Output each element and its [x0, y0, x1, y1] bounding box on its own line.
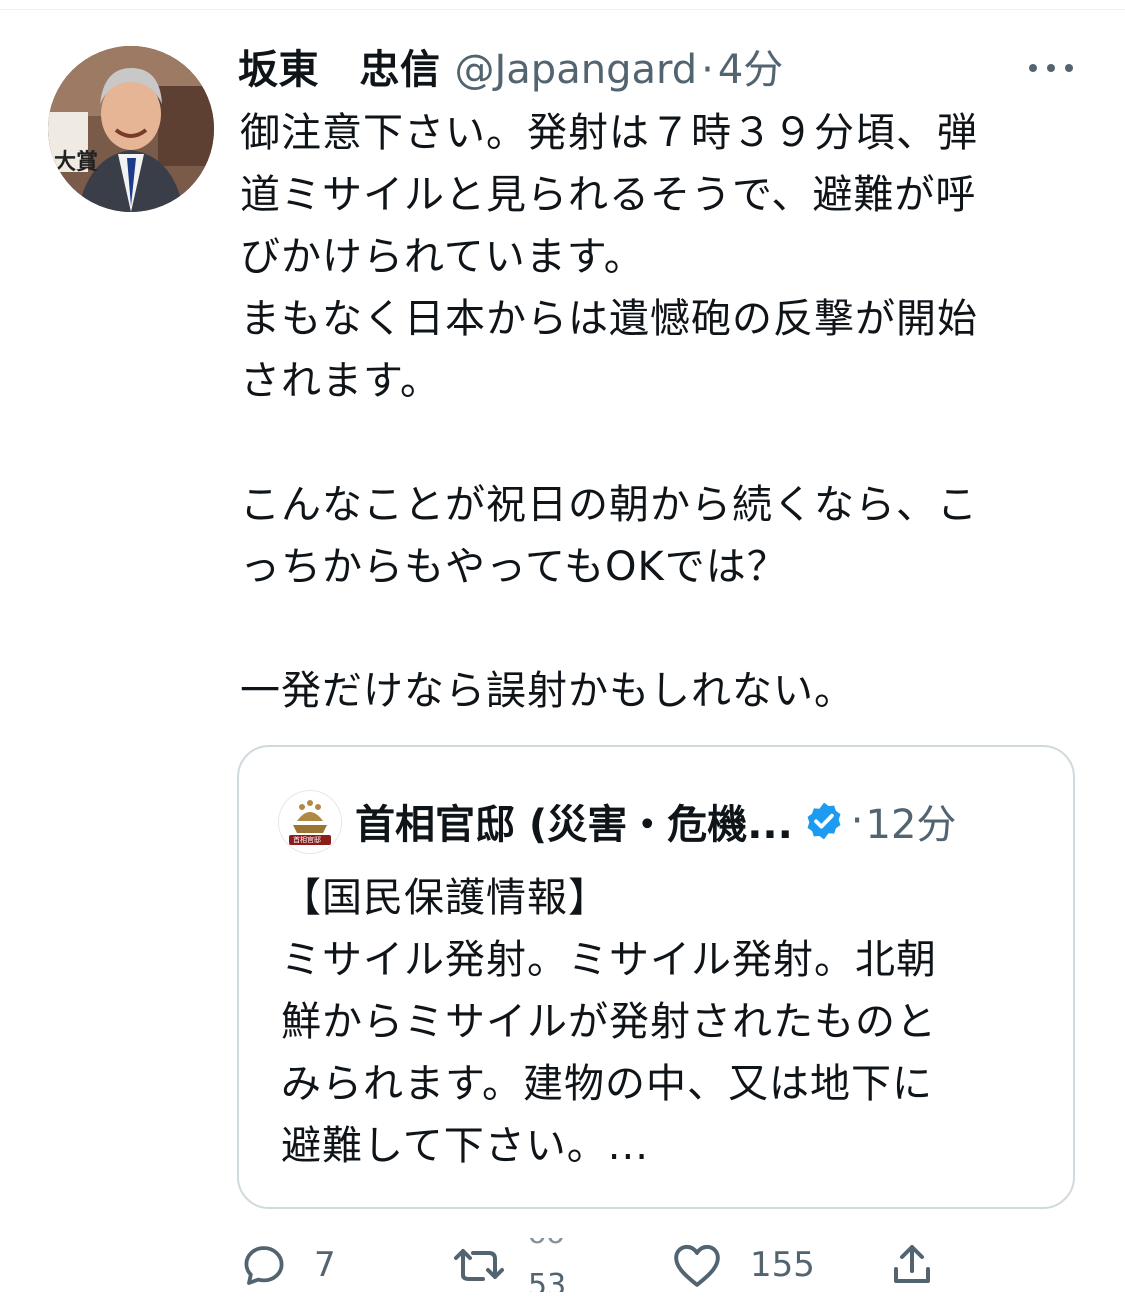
more-dot [1047, 64, 1055, 72]
quote-line: みられます。建物の中、又は地下に [281, 1061, 933, 1107]
action-bar: 7 ᴗᴗ 53 155 [240, 1238, 960, 1292]
tweet-line: こんなことが祝日の朝から続くなら、こ [240, 482, 978, 528]
tweet-line: されます。 [240, 358, 441, 404]
quote-text: 【国民保護情報】 ミサイル発射。ミサイル発射。北朝 鮮からミサイルが発射されたも… [281, 867, 1041, 1177]
tweet-line: 一発だけなら誤射かもしれない。 [240, 668, 855, 714]
retweet-count-old: ᴗᴗ [528, 1238, 565, 1251]
quote-header: 首相官邸 (災害・危機... · 12分 [355, 791, 956, 851]
like-count: 155 [750, 1245, 815, 1285]
verified-icon [803, 800, 845, 842]
share-button[interactable] [888, 1238, 936, 1292]
quote-separator: · [850, 798, 864, 844]
tweet-line: まもなく日本からは遺憾砲の反撃が開始 [240, 296, 978, 342]
tweet-line: 御注意下さい。発射は７時３９分頃、弾 [240, 110, 978, 156]
avatar-badge-text: 大賞 [54, 150, 99, 175]
like-button[interactable]: 155 [672, 1238, 815, 1292]
quote-line: 避難して下さい。... [281, 1123, 649, 1169]
author-name[interactable]: 坂東 忠信 [238, 40, 441, 100]
reply-count: 7 [314, 1245, 336, 1285]
more-dot [1029, 64, 1037, 72]
share-icon [894, 1245, 930, 1283]
tweet-text: 御注意下さい。発射は７時３９分頃、弾 道ミサイルと見られるそうで、避難が呼 びか… [240, 102, 1060, 722]
like-icon [674, 1244, 720, 1287]
author-avatar[interactable]: 大賞 [48, 46, 214, 212]
tweet-header: 坂東 忠信 @Japangard · 4分 [238, 40, 783, 100]
author-avatar-photo [48, 46, 214, 212]
tweet-line: 道ミサイルと見られるそうで、避難が呼 [240, 172, 977, 218]
retweet-count-new: 53 [528, 1268, 567, 1292]
tweet-line: っちからもやってもOKでは？ [240, 544, 788, 590]
reply-button[interactable]: 7 [240, 1238, 336, 1292]
top-divider [0, 9, 1125, 10]
quote-line: 【国民保護情報】 [281, 875, 609, 921]
quote-author-name[interactable]: 首相官邸 (災害・危機... [355, 792, 793, 850]
header-separator: · [701, 47, 714, 93]
retweet-count-animating: ᴗᴗ 53 [528, 1238, 578, 1292]
tweet-time[interactable]: 4分 [718, 40, 783, 100]
quote-line: ミサイル発射。ミサイル発射。北朝 [281, 937, 937, 983]
author-handle[interactable]: @Japangard [455, 40, 698, 100]
retweet-button[interactable]: ᴗᴗ 53 [452, 1238, 578, 1292]
quote-avatar-label: 首相官邸 [293, 836, 321, 844]
quote-line: 鮮からミサイルが発射されたものと [281, 999, 937, 1045]
more-icon[interactable] [1029, 56, 1073, 80]
retweet-icon [454, 1249, 504, 1281]
quote-time[interactable]: 12分 [866, 792, 957, 850]
quote-author-avatar[interactable]: 首相官邸 [279, 791, 341, 853]
tweet-line: びかけられています。 [240, 234, 645, 280]
more-dot [1065, 64, 1073, 72]
reply-icon [244, 1246, 284, 1285]
quoted-tweet-card[interactable]: 首相官邸 首相官邸 (災害・危機... · 12分 【国民保護情報】 ミサイル発… [237, 745, 1075, 1209]
